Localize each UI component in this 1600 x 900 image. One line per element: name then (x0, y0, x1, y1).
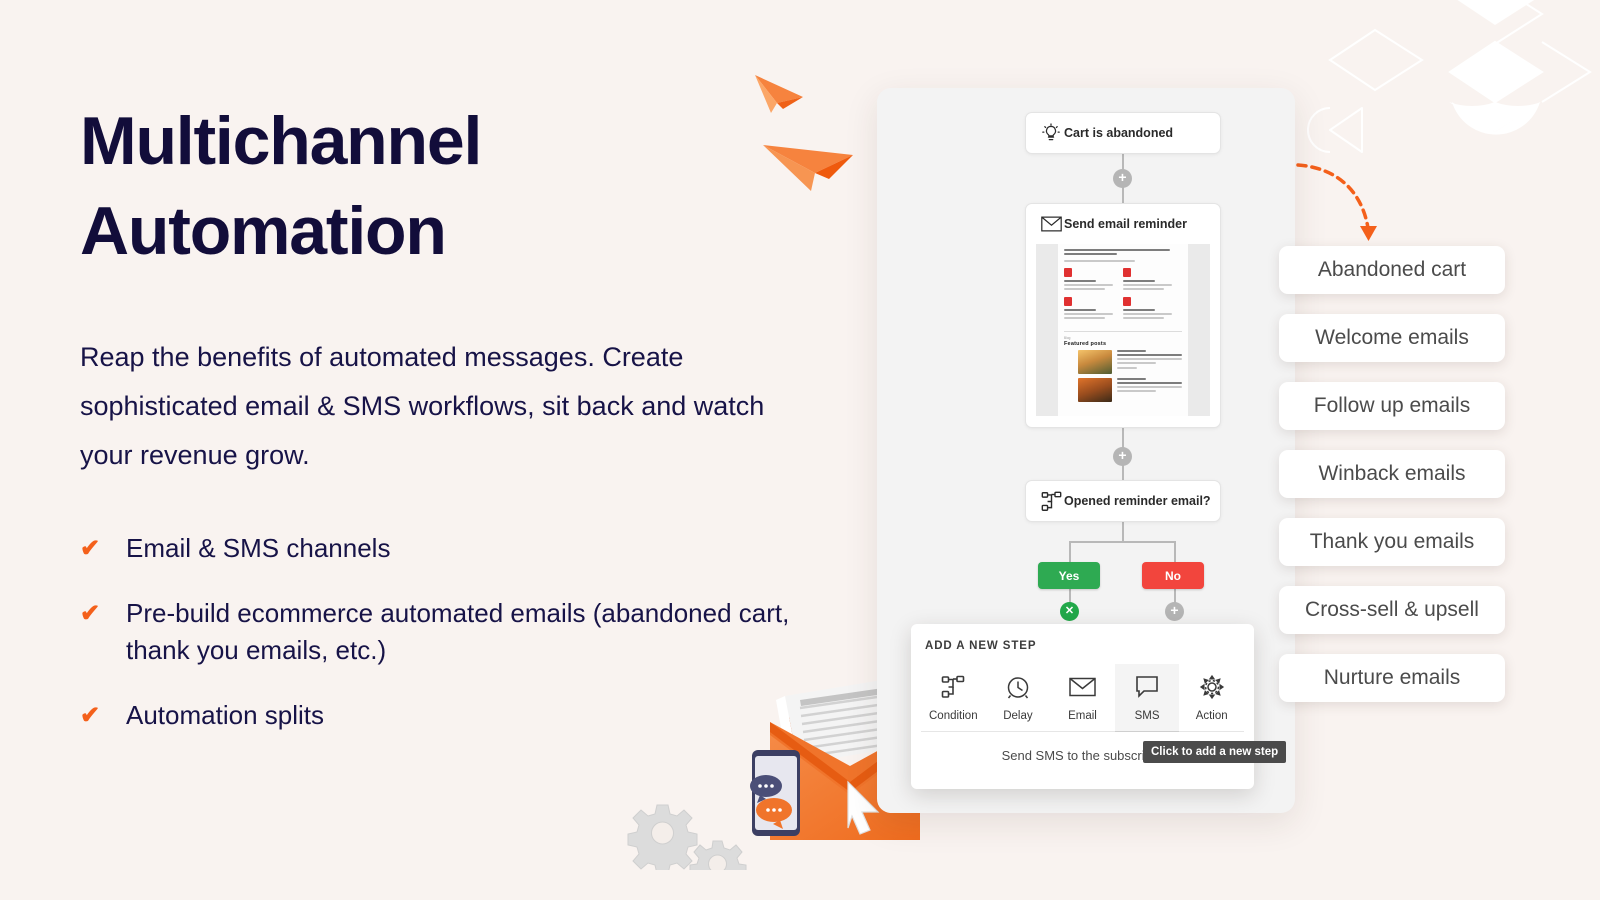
list-item[interactable]: Abandoned cart (1279, 246, 1505, 294)
feature-item: ✔ Pre-build ecommerce automated emails (… (80, 595, 820, 669)
connector-line (1069, 589, 1071, 603)
check-icon: ✔ (80, 535, 101, 563)
step-option-condition[interactable]: Condition (921, 664, 986, 732)
clock-icon (986, 672, 1051, 702)
pill-label: Cross-sell & upsell (1305, 598, 1479, 621)
flow-node-label: Send email reminder (1064, 217, 1187, 231)
gear-icon (627, 804, 698, 870)
add-step-plus-button[interactable]: + (1113, 447, 1132, 466)
automation-type-list: Abandoned cart Welcome emails Follow up … (1279, 246, 1600, 722)
add-step-plus-button[interactable]: + (1113, 169, 1132, 188)
step-option-label: SMS (1134, 710, 1160, 722)
hero-content: Multichannel Automation Reap the benefit… (80, 96, 820, 762)
step-option-list: Condition Delay Email SMS Action (911, 664, 1254, 732)
lightbulb-icon (1038, 123, 1064, 143)
list-item[interactable]: Follow up emails (1279, 382, 1505, 430)
pill-label: Welcome emails (1315, 326, 1469, 349)
phone-illustration (750, 750, 800, 836)
check-icon: ✔ (80, 702, 101, 730)
pill-label: Nurture emails (1323, 666, 1461, 689)
condition-split-icon (921, 672, 986, 702)
flow-node-label: Opened reminder email? (1064, 494, 1211, 508)
connector-line (1122, 522, 1124, 542)
email-preview-thumbnail: Blog Featured posts (1036, 244, 1210, 416)
list-item[interactable]: Winback emails (1279, 450, 1505, 498)
diamond-pattern-decoration (1307, 0, 1592, 153)
pill-label: Follow up emails (1313, 394, 1471, 417)
step-option-label: Condition (929, 710, 978, 722)
intro-paragraph: Reap the benefits of automated messages.… (80, 341, 765, 471)
list-item[interactable]: Nurture emails (1279, 654, 1505, 702)
branch-yes-button[interactable]: Yes (1038, 562, 1100, 589)
list-item[interactable]: Cross-sell & upsell (1279, 586, 1505, 634)
cursor-icon (847, 780, 880, 835)
feature-list: ✔ Email & SMS channels ✔ Pre-build ecomm… (80, 530, 820, 734)
step-option-label: Email (1068, 710, 1097, 722)
connector-line (1174, 589, 1176, 603)
feature-label: Automation splits (126, 700, 324, 731)
email-preview-thumb (1078, 378, 1112, 402)
flow-node-email[interactable]: Send email reminder Blog Featured posts (1025, 203, 1221, 428)
email-preview-thumb (1078, 350, 1112, 374)
dashed-arrow-decoration (1296, 163, 1377, 241)
step-option-sms[interactable]: SMS (1114, 664, 1180, 732)
envelope-icon (1050, 672, 1115, 702)
pill-label: Thank you emails (1309, 530, 1475, 553)
flow-node-condition[interactable]: Opened reminder email? (1025, 480, 1221, 522)
promo-banner: Multichannel Automation Reap the benefit… (0, 0, 1600, 900)
condition-split-icon (1038, 491, 1064, 512)
feature-label: Email & SMS channels (126, 533, 391, 564)
email-preview-heading: Featured posts (1064, 341, 1107, 347)
add-step-tooltip: Click to add a new step (1143, 741, 1287, 763)
step-option-delay[interactable]: Delay (985, 664, 1051, 732)
connector-line (1174, 541, 1176, 562)
flow-node-label: Cart is abandoned (1064, 126, 1174, 140)
add-step-plus-button[interactable]: + (1165, 602, 1184, 621)
page-title: Multichannel Automation (80, 96, 820, 277)
envelope-icon (1038, 216, 1064, 232)
check-icon: ✔ (80, 600, 101, 628)
flow-node-trigger[interactable]: Cart is abandoned (1025, 112, 1221, 154)
list-item[interactable]: Thank you emails (1279, 518, 1505, 566)
pill-label: Abandoned cart (1317, 258, 1467, 281)
page-title-line-2: Automation (80, 193, 447, 270)
gear-icon (1179, 672, 1244, 702)
page-title-line-1: Multichannel (80, 103, 482, 179)
feature-label: Pre-build ecommerce automated emails (ab… (126, 598, 790, 666)
connector-line (1069, 541, 1176, 543)
step-option-label: Action (1195, 710, 1228, 722)
pill-label: Winback emails (1318, 462, 1466, 485)
branch-no-button[interactable]: No (1142, 562, 1204, 589)
list-item[interactable]: Welcome emails (1279, 314, 1505, 362)
close-add-step-button[interactable]: ✕ (1060, 602, 1079, 621)
step-option-action[interactable]: Action (1179, 664, 1244, 732)
feature-item: ✔ Automation splits (80, 697, 820, 734)
step-option-label: Delay (1003, 710, 1033, 722)
feature-item: ✔ Email & SMS channels (80, 530, 820, 567)
add-new-step-title: ADD A NEW STEP (925, 640, 1037, 652)
chat-bubble-icon (1115, 672, 1180, 702)
step-option-email[interactable]: Email (1050, 664, 1115, 732)
add-new-step-popover: ADD A NEW STEP Condition Delay Email SMS… (911, 624, 1254, 789)
gear-icon (689, 840, 747, 870)
email-preview-eyebrow: Blog (1064, 336, 1071, 340)
connector-line (1069, 541, 1071, 562)
